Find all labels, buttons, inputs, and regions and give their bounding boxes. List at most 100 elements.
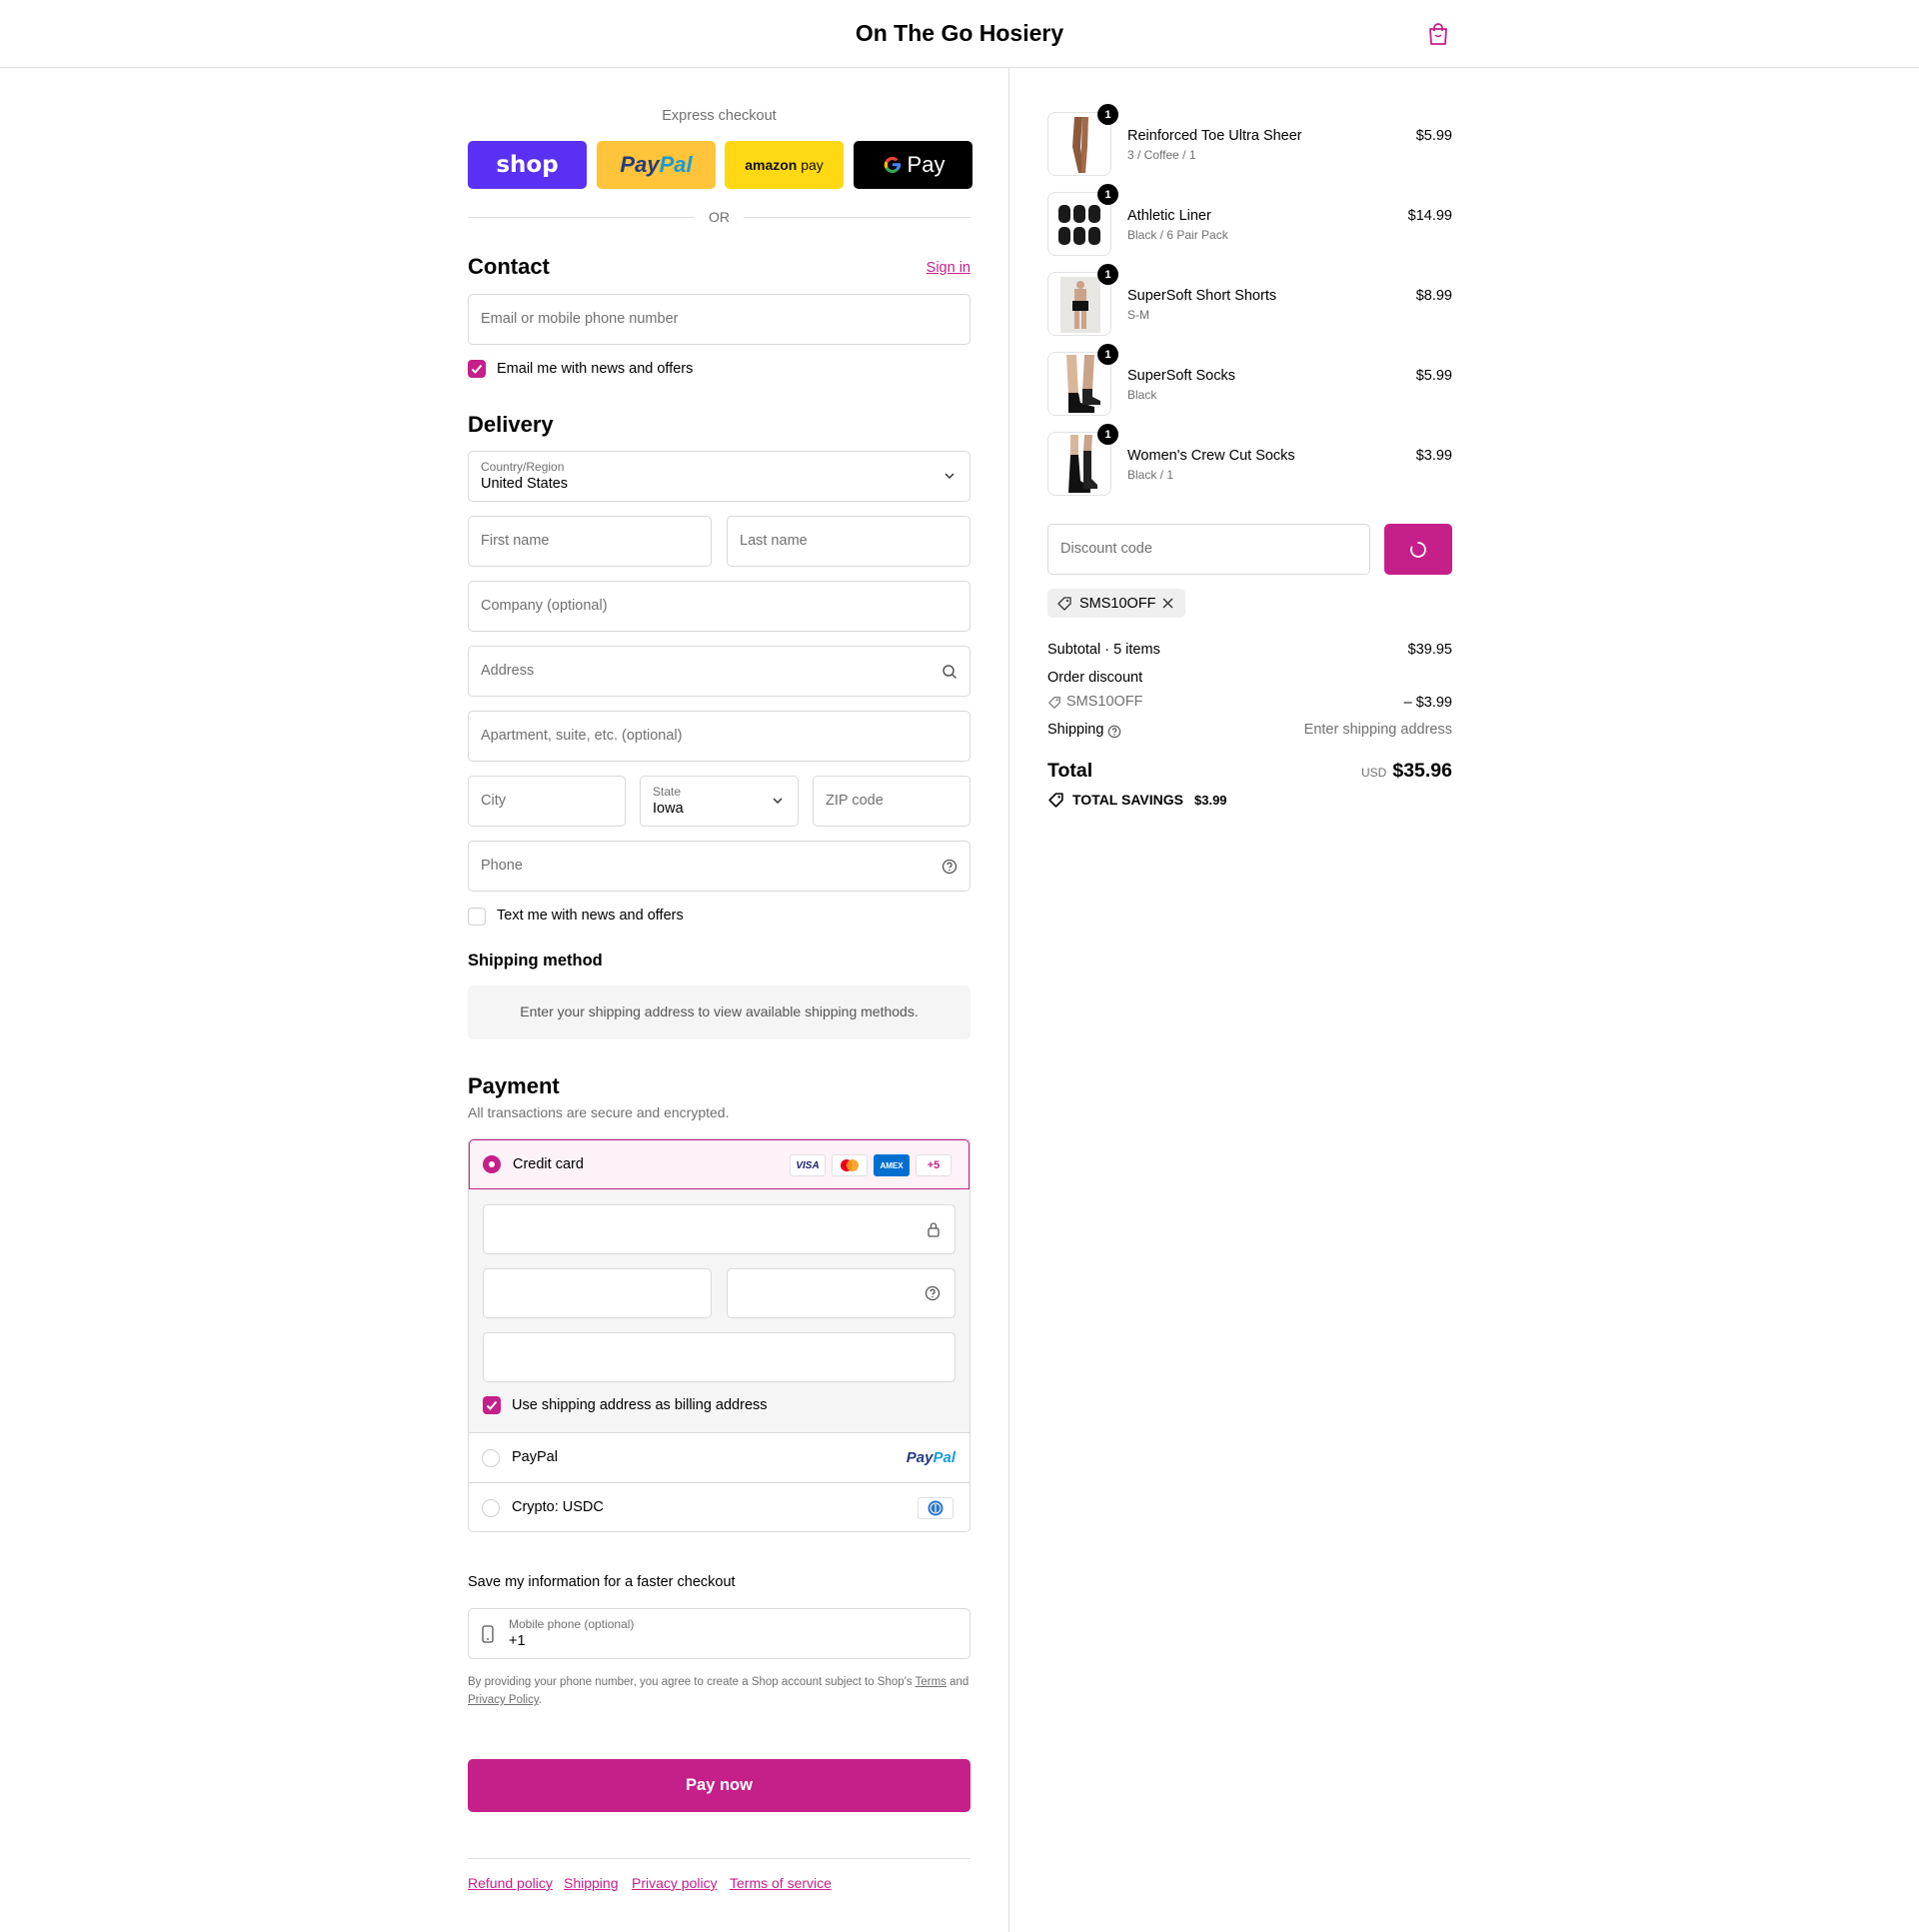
product-price: $8.99 [1415, 288, 1452, 304]
apartment-field[interactable]: Apartment, suite, etc. (optional) [468, 711, 970, 762]
billing-address-checkbox[interactable] [483, 1396, 501, 1414]
help-circle-icon[interactable] [942, 859, 958, 875]
visa-icon: VISA [790, 1154, 826, 1176]
apply-discount-button[interactable] [1384, 524, 1452, 575]
card-number-field[interactable] [483, 1204, 956, 1254]
shipping-method-notice-box: Enter your shipping address to view avai… [468, 985, 970, 1039]
expiration-date-field[interactable] [483, 1268, 712, 1318]
more-cards-badge: +5 [916, 1154, 952, 1176]
paypal-logo-pay: Pay [620, 152, 660, 177]
company-field[interactable]: Company (optional) [468, 581, 970, 632]
product-price: $3.99 [1415, 448, 1452, 464]
footer-divider [468, 1858, 970, 1859]
text-news-label: Text me with news and offers [497, 908, 684, 924]
paypal-option-logo-pay: Pay [906, 1449, 934, 1466]
shop-privacy-link[interactable]: Privacy Policy [468, 1694, 539, 1706]
help-circle-icon[interactable] [1107, 725, 1121, 739]
or-divider-right [744, 217, 970, 218]
state-value: Iowa [653, 801, 684, 817]
payment-subtitle: All transactions are secure and encrypte… [468, 1104, 730, 1120]
security-code-field[interactable] [727, 1268, 956, 1318]
applied-discount-code: SMS10OFF [1079, 596, 1156, 612]
product-price: $14.99 [1407, 208, 1452, 224]
email-news-checkbox[interactable] [468, 360, 486, 378]
product-price: $5.99 [1415, 128, 1452, 144]
delivery-title: Delivery [468, 412, 554, 437]
paypal-button[interactable]: PayPal [597, 141, 716, 189]
product-variant: S-M [1127, 308, 1149, 322]
mastercard-circles [841, 1159, 859, 1171]
state-select[interactable]: State Iowa [640, 776, 799, 827]
credit-card-option[interactable]: Credit card VISA AMEX +5 [469, 1139, 969, 1189]
city-placeholder: City [481, 793, 506, 809]
payment-methods-box: Credit card VISA AMEX +5 Use shipping ad… [468, 1138, 970, 1532]
savings-tag-icon [1048, 793, 1063, 808]
last-name-field[interactable]: Last name [727, 516, 970, 567]
amex-icon: AMEX [874, 1154, 910, 1176]
applied-discount-tag: SMS10OFF [1047, 589, 1185, 618]
product-name: Women's Crew Cut Socks [1127, 448, 1295, 464]
legal-prefix: By providing your phone number, you agre… [468, 1676, 913, 1688]
text-news-checkbox[interactable] [468, 908, 486, 926]
crypto-option[interactable]: Crypto: USDC [469, 1482, 969, 1531]
legal-period: . [538, 1694, 542, 1706]
phone-field[interactable]: Phone [468, 841, 970, 892]
product-name: Reinforced Toe Ultra Sheer [1127, 128, 1302, 144]
country-label: Country/Region [481, 460, 565, 474]
currency-code: USD [1361, 766, 1387, 780]
paypal-option-logo-pal: Pal [933, 1449, 956, 1466]
save-info-title: Save my information for a faster checkou… [468, 1574, 736, 1590]
total-amount: USD $35.96 [1361, 760, 1452, 783]
shopping-bag-icon[interactable] [1427, 22, 1449, 46]
google-pay-text: Pay [907, 152, 946, 177]
amazon-pay-logo: amazon pay [745, 157, 824, 173]
mobile-phone-field[interactable]: Mobile phone (optional) +1 [468, 1608, 970, 1659]
sign-in-link[interactable]: Sign in [927, 260, 970, 276]
total-label: Total [1047, 760, 1093, 782]
country-select[interactable]: Country/Region United States [468, 451, 970, 502]
pay-now-button[interactable]: Pay now [468, 1759, 970, 1812]
close-icon[interactable] [1162, 598, 1173, 609]
shop-pay-button[interactable]: shop [468, 141, 587, 189]
lock-icon [928, 1222, 940, 1237]
column-divider [1008, 68, 1009, 1932]
store-name[interactable]: On The Go Hosiery [0, 20, 1919, 47]
google-pay-button[interactable]: Pay [854, 141, 972, 189]
paypal-option[interactable]: PayPal PayPal [469, 1432, 969, 1482]
privacy-policy-link[interactable]: Privacy policy [632, 1875, 718, 1891]
paypal-radio[interactable] [482, 1449, 500, 1467]
product-name: SuperSoft Socks [1127, 368, 1235, 384]
shop-terms-link[interactable]: Terms [916, 1676, 947, 1688]
radio-dot [489, 1161, 495, 1167]
or-label: OR [709, 209, 730, 225]
header: On The Go Hosiery [0, 0, 1919, 68]
name-on-card-field[interactable] [483, 1332, 956, 1382]
product-variant: 3 / Coffee / 1 [1127, 148, 1196, 162]
city-field[interactable]: City [468, 776, 626, 827]
address-field[interactable]: Address [468, 646, 970, 697]
paypal-logo: PayPal [620, 152, 692, 178]
first-name-field[interactable]: First name [468, 516, 712, 567]
discount-code-field[interactable]: Discount code [1047, 524, 1370, 575]
refund-policy-link[interactable]: Refund policy [468, 1875, 553, 1891]
email-news-label: Email me with news and offers [497, 361, 694, 377]
state-label: State [653, 785, 682, 799]
help-circle-icon[interactable] [925, 1285, 941, 1301]
crypto-label: Crypto: USDC [512, 1499, 604, 1515]
shipping-method-title: Shipping method [468, 952, 603, 969]
zip-field[interactable]: ZIP code [813, 776, 970, 827]
shipping-policy-link[interactable]: Shipping [564, 1875, 619, 1891]
mobile-phone-value: +1 [509, 1633, 526, 1649]
crypto-radio[interactable] [482, 1499, 500, 1517]
line-item: 1 Athletic Liner Black / 6 Pair Pack $14… [1047, 184, 1452, 258]
email-placeholder: Email or mobile phone number [481, 311, 679, 327]
credit-card-radio[interactable] [483, 1155, 501, 1173]
first-name-placeholder: First name [481, 533, 550, 549]
chevron-down-icon [945, 473, 955, 480]
amazon-pay-button[interactable]: amazon pay [725, 141, 844, 189]
legal-text: By providing your phone number, you agre… [468, 1673, 970, 1709]
terms-of-service-link[interactable]: Terms of service [730, 1875, 832, 1891]
email-field[interactable]: Email or mobile phone number [468, 294, 970, 345]
quantity-badge: 1 [1097, 344, 1118, 365]
line-item: 1 Reinforced Toe Ultra Sheer 3 / Coffee … [1047, 104, 1452, 178]
